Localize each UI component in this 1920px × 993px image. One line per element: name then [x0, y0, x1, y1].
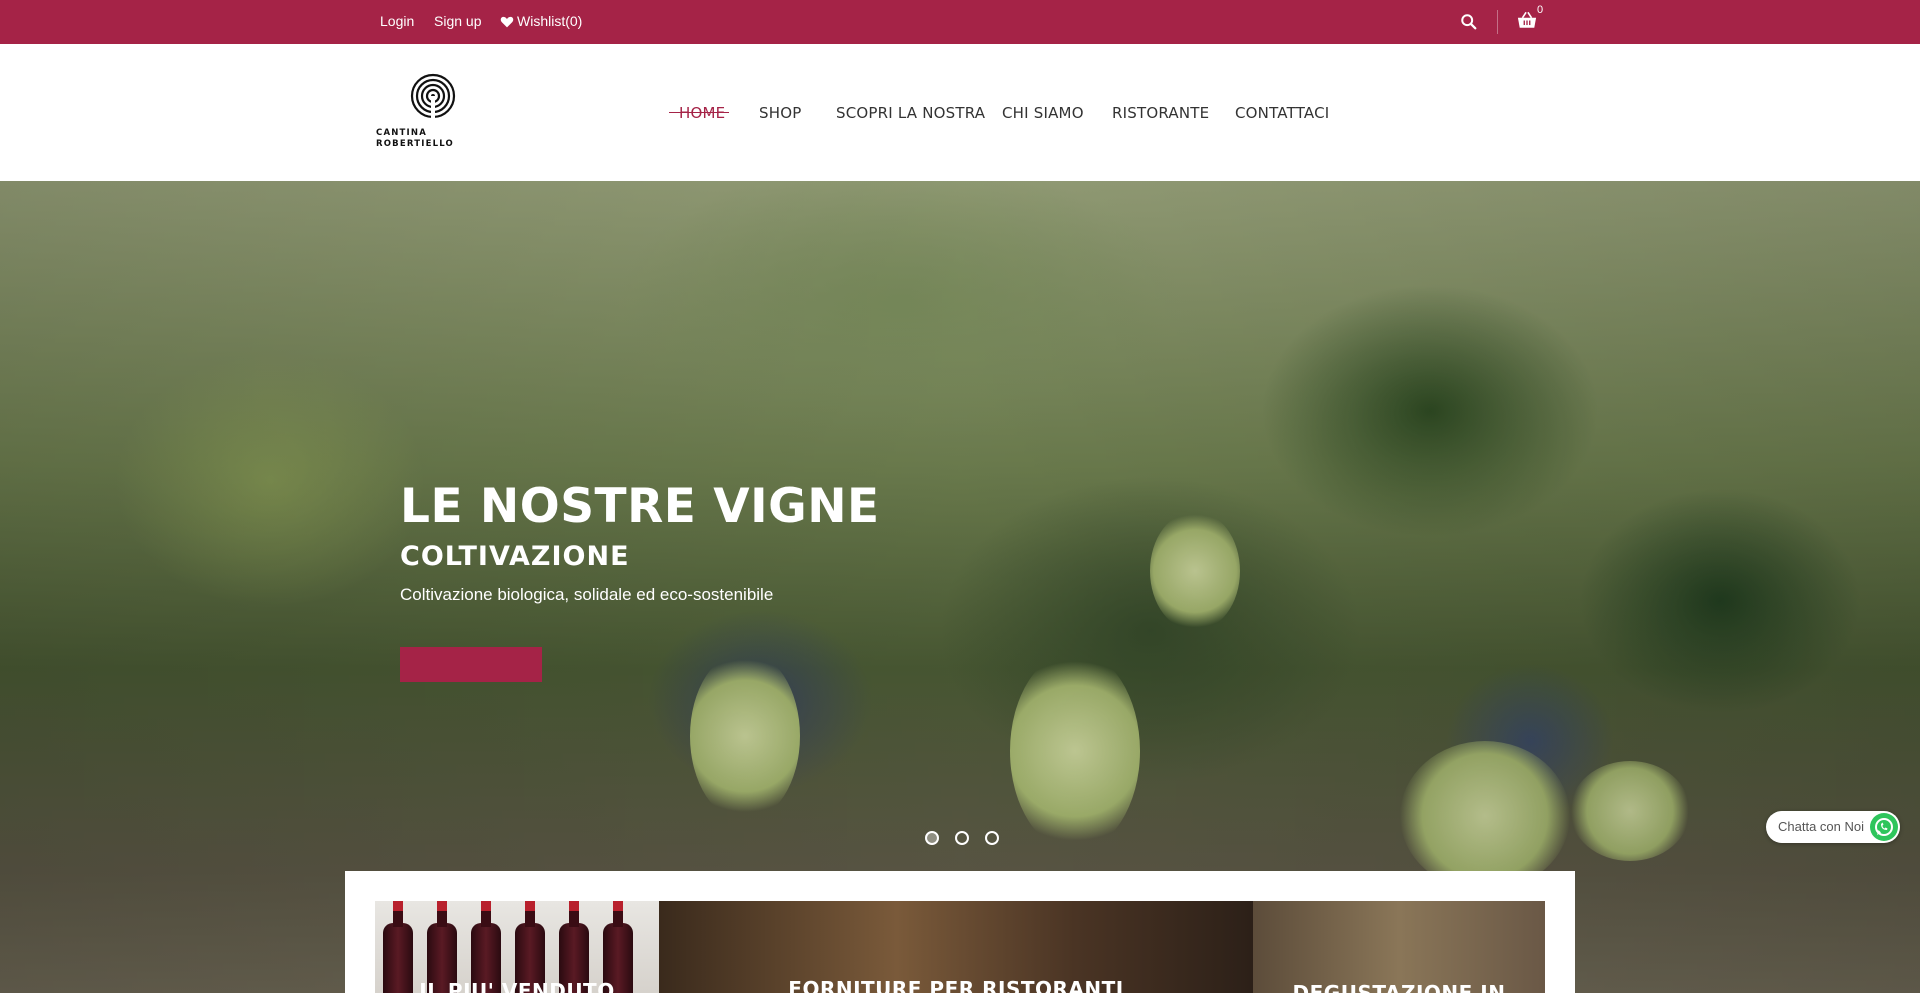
site-header: CANTINA ROBERTIELLO HOME SHOP SCOPRI LA … — [0, 44, 1920, 181]
nav-shop[interactable]: SHOP — [759, 104, 801, 122]
nav-contattaci[interactable]: CONTATTACI — [1235, 104, 1329, 122]
login-link[interactable]: Login — [380, 13, 414, 29]
tile-best-seller[interactable]: IL PIU' VENDUTO — [375, 901, 659, 993]
tile-title: IL PIU' VENDUTO — [419, 979, 615, 993]
basket-icon[interactable] — [1517, 11, 1537, 30]
search-icon[interactable] — [1460, 13, 1478, 31]
nav-home[interactable]: HOME — [679, 104, 725, 122]
logo-line-2: ROBERTIELLO — [376, 139, 454, 149]
tile-title: DEGUSTAZIONE IN CANTINA — [1292, 981, 1506, 993]
slider-dots — [925, 831, 999, 845]
slider-dot[interactable] — [985, 831, 999, 845]
tile-title: FORNITURE PER RISTORANTI — [788, 977, 1124, 993]
tile-cellar-tasting[interactable]: DEGUSTAZIONE IN CANTINA — [1253, 901, 1545, 993]
hero-subtitle: COLTIVAZIONE — [400, 541, 630, 572]
signup-link[interactable]: Sign up — [434, 13, 481, 29]
slider-dot[interactable] — [925, 831, 939, 845]
hero-title: LE NOSTRE VIGNE — [400, 479, 880, 534]
logo-text: CANTINA ROBERTIELLO — [376, 128, 454, 150]
slider-dot[interactable] — [955, 831, 969, 845]
nav-scopri[interactable]: SCOPRI LA NOSTRA — [836, 104, 985, 122]
wishlist-label: Wishlist(0) — [517, 13, 583, 29]
hero-description: Coltivazione biologica, solidale ed eco-… — [400, 585, 774, 604]
wishlist-link[interactable]: Wishlist(0) — [500, 13, 582, 29]
hero-cta-button[interactable] — [400, 647, 542, 682]
nav-active-indicator — [669, 112, 729, 113]
heart-icon — [500, 16, 514, 27]
cart-count-badge: 0 — [1537, 4, 1544, 16]
whatsapp-chat-button[interactable]: Chatta con Noi — [1766, 811, 1900, 843]
top-bar: Login Sign up Wishlist(0) 0 — [0, 0, 1920, 44]
nav-chi-siamo[interactable]: CHI SIAMO — [1002, 104, 1084, 122]
featured-section: IL PIU' VENDUTO FORNITURE PER RISTORANTI… — [345, 871, 1575, 993]
main-nav: HOME SHOP SCOPRI LA NOSTRA CHI SIAMO RIS… — [0, 104, 1920, 124]
whatsapp-icon — [1870, 813, 1898, 841]
nav-ristorante[interactable]: RISTORANTE — [1112, 104, 1209, 122]
chat-label: Chatta con Noi — [1778, 819, 1864, 834]
topbar-divider — [1497, 10, 1498, 34]
logo-line-1: CANTINA — [376, 128, 427, 138]
tile-restaurant-supplies[interactable]: FORNITURE PER RISTORANTI — [659, 901, 1253, 993]
